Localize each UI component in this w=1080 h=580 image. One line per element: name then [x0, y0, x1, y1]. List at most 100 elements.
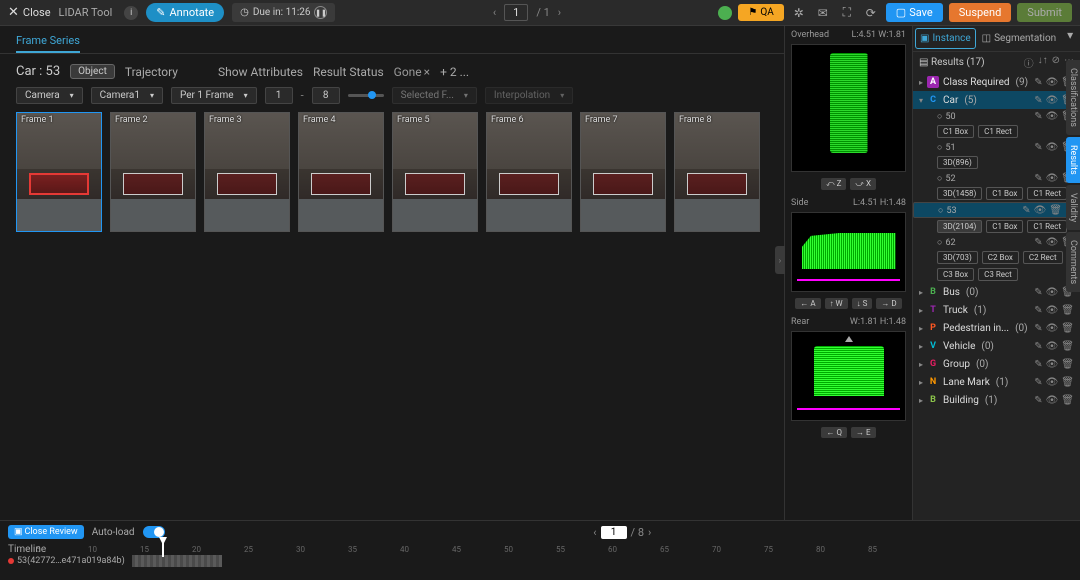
delete-icon[interactable]: 🗑 — [1049, 205, 1062, 216]
side-tab-results[interactable]: Results — [1066, 137, 1080, 183]
class-row-class-required[interactable]: ▸AClass Required(9)✎👁🗑 — [913, 73, 1080, 91]
eye-icon[interactable]: 👁 — [1046, 377, 1059, 388]
camera1-select[interactable]: Camera1 — [91, 87, 163, 104]
tag-3d-703-[interactable]: 3D(703) — [937, 251, 978, 264]
edit-icon[interactable]: ✎ — [1034, 111, 1042, 122]
expand-icon[interactable]: ▸ — [919, 306, 923, 315]
delete-icon[interactable]: 🗑 — [1061, 395, 1074, 406]
eye-icon[interactable]: 👁 — [1046, 237, 1059, 248]
expand-icon[interactable]: ▸ — [919, 396, 923, 405]
eye-icon[interactable]: 👁 — [1046, 77, 1059, 88]
tag-3d-896-[interactable]: 3D(896) — [937, 156, 978, 169]
qa-button[interactable]: ⚑QA — [738, 4, 783, 21]
class-row-vehicle[interactable]: ▸VVehicle(0)✎👁🗑 — [913, 337, 1080, 355]
pill-object[interactable]: Object — [70, 64, 115, 79]
more-chips[interactable]: + 2 ... — [440, 65, 469, 79]
pager-current[interactable]: 1 — [504, 4, 528, 21]
eye-icon[interactable]: 👁 — [1046, 323, 1059, 334]
expand-icon[interactable]: ▾ — [919, 96, 923, 105]
key-a-button[interactable]: ← A — [795, 298, 820, 309]
eye-icon[interactable]: 👁 — [1046, 287, 1059, 298]
result-status-button[interactable]: Result Status — [313, 65, 384, 79]
per-frame-select[interactable]: Per 1 Frame — [171, 87, 257, 104]
expand-icon[interactable]: ▸ — [919, 288, 923, 297]
info-icon[interactable]: i — [124, 6, 138, 20]
edit-icon[interactable]: ✎ — [1034, 142, 1042, 153]
eye-icon[interactable]: 👁 — [1034, 205, 1047, 216]
tag-3d-2104-[interactable]: 3D(2104) — [937, 220, 982, 233]
delete-icon[interactable]: 🗑 — [1061, 341, 1074, 352]
key-d-button[interactable]: → D — [876, 298, 901, 309]
edit-icon[interactable]: ✎ — [1034, 237, 1042, 248]
side-tab-comments[interactable]: Comments — [1066, 232, 1080, 292]
class-row-group[interactable]: ▸GGroup(0)✎👁🗑 — [913, 355, 1080, 373]
key-q-button[interactable]: ← Q — [821, 427, 847, 438]
tl-next-icon[interactable]: › — [648, 526, 651, 539]
eye-icon[interactable]: 👁 — [1046, 173, 1059, 184]
tag-c1-box[interactable]: C1 Box — [986, 220, 1023, 233]
range-end-input[interactable]: 8 — [312, 87, 340, 104]
edit-icon[interactable]: ✎ — [1034, 377, 1042, 388]
frame-thumb-7[interactable]: Frame 7 — [580, 112, 666, 232]
key-w-button[interactable]: ↑ W — [825, 298, 848, 309]
results-sort-icon[interactable]: ↓↑ — [1038, 55, 1048, 70]
views-collapse-button[interactable]: › — [775, 246, 785, 274]
side-tab-validity[interactable]: Validity — [1066, 185, 1080, 230]
pager-prev-icon[interactable]: ‹ — [493, 6, 496, 19]
tab-frame-series[interactable]: Frame Series — [16, 30, 80, 53]
expand-icon[interactable]: ▸ — [919, 78, 923, 87]
class-row-car[interactable]: ▾CCar(5)✎👁🗑 — [913, 91, 1080, 109]
close-button[interactable]: ✕ Close — [8, 5, 51, 20]
eye-icon[interactable]: 👁 — [1046, 395, 1059, 406]
instance-51[interactable]: ○ 51✎👁🗑 — [913, 140, 1080, 154]
delete-icon[interactable]: 🗑 — [1061, 359, 1074, 370]
submit-button[interactable]: Submit — [1017, 3, 1072, 22]
suspend-button[interactable]: Suspend — [949, 3, 1012, 22]
playhead[interactable] — [162, 543, 164, 557]
edit-icon[interactable]: ✎ — [1022, 205, 1030, 216]
delete-icon[interactable]: 🗑 — [1061, 305, 1074, 316]
class-row-bus[interactable]: ▸BBus(0)✎👁🗑 — [913, 283, 1080, 301]
side-view[interactable] — [791, 212, 906, 292]
autoload-toggle[interactable] — [143, 526, 165, 538]
results-info-icon[interactable]: ⓘ — [1024, 55, 1034, 70]
tag-c2-box[interactable]: C2 Box — [982, 251, 1019, 264]
expand-icon[interactable]: ▸ — [919, 342, 923, 351]
save-button[interactable]: ▢Save — [886, 3, 943, 22]
eye-icon[interactable]: 👁 — [1046, 359, 1059, 370]
rear-view[interactable] — [791, 331, 906, 421]
tag-c1-box[interactable]: C1 Box — [986, 187, 1023, 200]
tl-prev-icon[interactable]: ‹ — [593, 526, 596, 539]
annotate-button[interactable]: ✎Annotate — [146, 3, 224, 22]
tab-segmentation[interactable]: ◫Segmentation — [978, 26, 1061, 51]
overhead-view[interactable] — [791, 44, 906, 172]
class-row-truck[interactable]: ▸TTruck(1)✎👁🗑 — [913, 301, 1080, 319]
side-tab-classifications[interactable]: Classifications — [1066, 60, 1080, 135]
instance-53[interactable]: ○ 53✎👁🗑 — [913, 202, 1080, 218]
tag-c3-box[interactable]: C3 Box — [937, 268, 974, 281]
edit-icon[interactable]: ✎ — [1034, 395, 1042, 406]
gone-chip[interactable]: Gone × — [394, 65, 430, 79]
edit-icon[interactable]: ✎ — [1034, 323, 1042, 334]
zoom-slider[interactable] — [348, 94, 384, 97]
key-e-button[interactable]: → E — [851, 427, 876, 438]
eye-icon[interactable]: 👁 — [1046, 142, 1059, 153]
tag-c3-rect[interactable]: C3 Rect — [978, 268, 1018, 281]
delete-icon[interactable]: 🗑 — [1061, 323, 1074, 334]
frame-thumb-8[interactable]: Frame 8 — [674, 112, 760, 232]
instance-50[interactable]: ○ 50✎👁🗑 — [913, 109, 1080, 123]
expand-icon[interactable]: ▸ — [919, 378, 923, 387]
class-row-building[interactable]: ▸BBuilding(1)✎👁🗑 — [913, 391, 1080, 409]
instance-52[interactable]: ○ 52✎👁🗑 — [913, 171, 1080, 185]
key-z-button[interactable]: ⤺ Z — [821, 178, 846, 190]
edit-icon[interactable]: ✎ — [1034, 287, 1042, 298]
tag-c1-rect[interactable]: C1 Rect — [1027, 220, 1067, 233]
instance-62[interactable]: ○ 62✎👁🗑 — [913, 235, 1080, 249]
tag-c1-rect[interactable]: C1 Rect — [1027, 187, 1067, 200]
results-link-icon[interactable]: ⊘ — [1052, 55, 1060, 70]
frame-thumb-1[interactable]: Frame 1 — [16, 112, 102, 232]
tag-c1-box[interactable]: C1 Box — [937, 125, 974, 138]
eye-icon[interactable]: 👁 — [1046, 305, 1059, 316]
track-bar[interactable] — [132, 555, 222, 567]
edit-icon[interactable]: ✎ — [1034, 341, 1042, 352]
